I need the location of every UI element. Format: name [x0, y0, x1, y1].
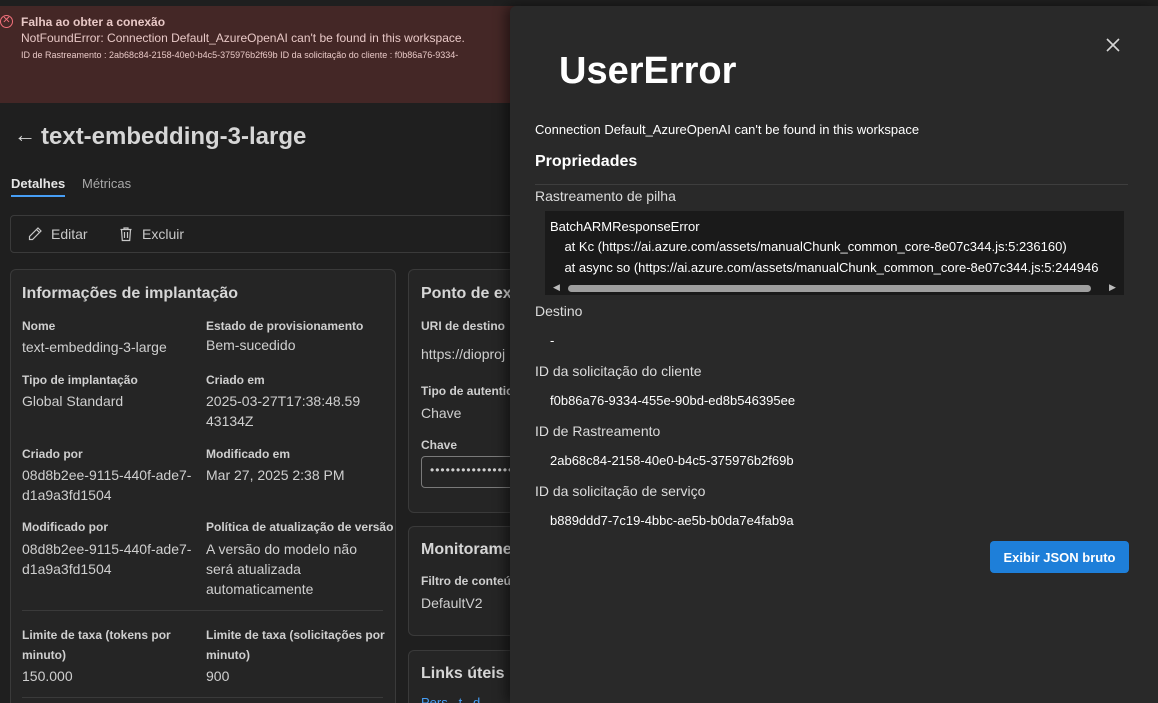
toolbar: Editar Excluir — [10, 215, 530, 253]
edit-button[interactable]: Editar — [27, 226, 88, 242]
horizontal-scrollbar[interactable]: ◀ ▶ — [545, 281, 1124, 295]
trash-icon — [120, 227, 132, 242]
divider — [22, 697, 383, 698]
key-label: Chave — [421, 438, 458, 452]
target-uri-value: https://dioproj — [421, 346, 506, 362]
error-icon: ✕ — [0, 15, 13, 28]
tab-details[interactable]: Detalhes — [11, 176, 66, 197]
tab-metrics[interactable]: Métricas — [82, 176, 131, 191]
scroll-right-icon[interactable]: ▶ — [1109, 282, 1116, 293]
banner-message: NotFoundError: Connection Default_AzureO… — [21, 31, 465, 45]
useful-link[interactable]: Pers...t...d... — [421, 695, 491, 703]
provisioning-state-label: Estado de provisionamento — [206, 319, 364, 333]
modified-by-value: 08d8b2ee-9115-440f-ade7-d1a9a3fd1504 — [22, 541, 192, 577]
created-by-value: 08d8b2ee-9115-440f-ade7-d1a9a3fd1504 — [22, 467, 192, 503]
deployment-type-label: Tipo de implantação — [22, 373, 138, 387]
error-details-panel: UserError Connection Default_AzureOpenAI… — [510, 6, 1158, 703]
divider — [22, 610, 383, 611]
trace-id-label: ID de Rastreamento — [535, 423, 661, 439]
deployment-info-card: Informações de implantação Nome text-emb… — [10, 269, 396, 703]
modified-by-label: Modificado por — [22, 520, 108, 534]
modified-on-value: Mar 27, 2025 2:38 PM — [206, 467, 345, 483]
auth-type-label: Tipo de autentic — [421, 384, 513, 398]
destination-value: - — [550, 333, 555, 348]
rate-limit-requests-value: 900 — [206, 668, 230, 684]
banner-title: Falha ao obter a conexão — [21, 15, 166, 29]
destination-label: Destino — [535, 303, 583, 319]
scroll-left-icon[interactable]: ◀ — [553, 282, 560, 293]
name-label: Nome — [22, 319, 56, 333]
delete-label: Excluir — [142, 226, 185, 242]
auth-type-value: Chave — [421, 405, 462, 421]
pencil-icon — [28, 227, 42, 241]
trace-id-value: 2ab68c84-2158-40e0-b4c5-375976b2f69b — [550, 453, 794, 468]
version-policy-value: A versão do modelo não será atualizada a… — [206, 541, 357, 597]
provisioning-state-value: Bem-sucedido — [206, 337, 296, 353]
service-request-id-value: b889ddd7-7c19-4bbc-ae5b-b0da7e4fab9a — [550, 513, 794, 528]
stack-trace-box[interactable]: BatchARMResponseError at Kc (https://ai.… — [545, 211, 1124, 295]
rate-limit-tokens-value: 150.000 — [22, 668, 73, 684]
monitoring-title: Monitorame — [421, 541, 512, 558]
view-raw-json-button[interactable]: Exibir JSON bruto — [990, 541, 1129, 573]
error-title: UserError — [559, 50, 737, 92]
useful-links-title: Links úteis p — [421, 665, 519, 682]
close-icon[interactable] — [1104, 36, 1122, 54]
version-policy-label: Política de atualização de versão — [206, 520, 394, 534]
edit-label: Editar — [51, 226, 88, 242]
rate-limit-requests-label: Limite de taxa (solicitações por minuto) — [206, 628, 385, 662]
rate-limit-tokens-label: Limite de taxa (tokens por minuto) — [22, 628, 171, 662]
stack-line: at Kc (https://ai.azure.com/assets/manua… — [550, 239, 1067, 254]
error-message: Connection Default_AzureOpenAI can't be … — [535, 122, 920, 137]
stack-line: BatchARMResponseError — [550, 219, 700, 234]
client-request-id-label: ID da solicitação do cliente — [535, 363, 702, 379]
deployment-info-title: Informações de implantação — [22, 285, 239, 302]
modified-on-label: Modificado em — [206, 447, 291, 461]
created-on-value: 2025-03-27T17:38:48.5943134Z — [206, 393, 361, 429]
scrollbar-thumb[interactable] — [568, 285, 1091, 292]
back-arrow-icon[interactable]: ← — [14, 122, 36, 148]
stack-line: at async so (https://ai.azure.com/assets… — [550, 260, 1099, 275]
name-value: text-embedding-3-large — [22, 339, 167, 355]
content-filter-label: Filtro de conteúd — [421, 574, 519, 588]
key-value: •••••••••••••••• — [430, 463, 514, 477]
created-by-label: Criado por — [22, 447, 83, 461]
banner-ids: ID de Rastreamento : 2ab68c84-2158-40e0-… — [21, 50, 459, 60]
divider — [535, 184, 1128, 185]
deployment-type-value: Global Standard — [22, 393, 124, 409]
created-on-label: Criado em — [206, 373, 265, 387]
endpoint-title: Ponto de ext — [421, 285, 518, 302]
page-title: text-embedding-3-large — [41, 123, 307, 150]
service-request-id-label: ID da solicitação de serviço — [535, 483, 706, 499]
properties-heading: Propriedades — [535, 153, 638, 170]
stack-trace-label: Rastreamento de pilha — [535, 188, 676, 204]
target-uri-label: URI de destino — [421, 319, 506, 333]
client-request-id-value: f0b86a76-9334-455e-90bd-ed8b546395ee — [550, 393, 796, 408]
delete-button[interactable]: Excluir — [118, 226, 184, 242]
content-filter-value: DefaultV2 — [421, 595, 483, 611]
